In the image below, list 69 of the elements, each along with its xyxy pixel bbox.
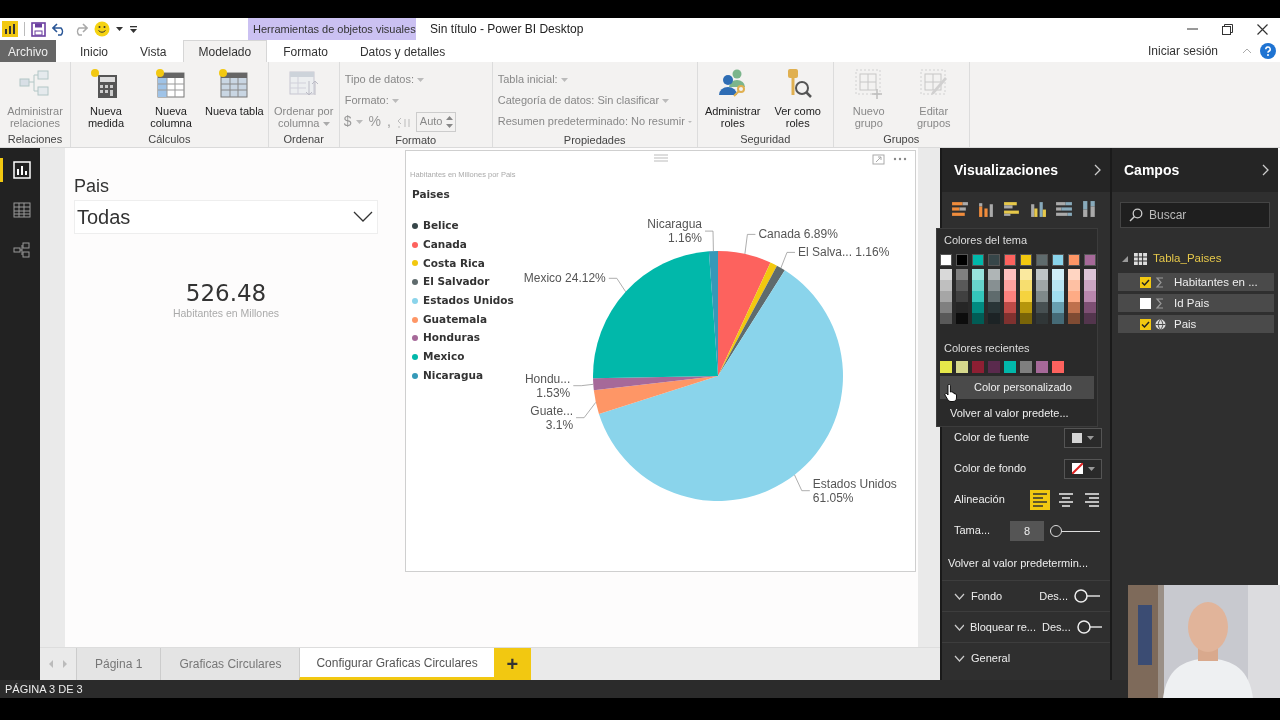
- search-field[interactable]: Buscar: [1120, 202, 1270, 228]
- field-item[interactable]: Pais: [1118, 315, 1274, 334]
- ribbon-button[interactable]: Administrar roles: [700, 65, 765, 131]
- legend-label[interactable]: Belice: [423, 218, 459, 234]
- data-label: Hondu... 1.53%: [524, 371, 571, 400]
- data-label: Canada 6.89%: [758, 227, 838, 242]
- legend-label[interactable]: El Salvador: [423, 274, 490, 291]
- section-title[interactable]: Bloquear re...: [969, 618, 1036, 636]
- card-label: Habitantes en Millones: [171, 306, 281, 321]
- data-label: El Salva... 1.16%: [797, 245, 890, 260]
- pane-title: Visualizaciones: [954, 160, 1058, 180]
- field-item[interactable]: Id Pais: [1118, 294, 1274, 313]
- group-label: Seguridad: [740, 132, 791, 147]
- toggle-label: Des...: [1039, 588, 1068, 604]
- menu-item[interactable]: Volver al valor predete...: [940, 401, 1094, 424]
- pane-title: Campos: [1124, 160, 1180, 180]
- ribbon-tab[interactable]: Datos y detalles: [343, 40, 462, 62]
- card-value: 526.48: [184, 279, 268, 308]
- status-text: PÁGINA 3 DE 3: [5, 681, 83, 697]
- ribbon-tab[interactable]: Vista: [124, 40, 183, 62]
- ribbon-tab[interactable]: Inicio: [64, 40, 125, 62]
- legend-label[interactable]: Canada: [423, 236, 467, 253]
- group-label: Cálculos: [148, 132, 191, 147]
- menu-item[interactable]: Color personalizado: [940, 376, 1094, 399]
- ribbon-tab[interactable]: Archivo: [0, 40, 56, 62]
- page-tab[interactable]: Graficas Circulares: [160, 648, 300, 680]
- data-label: Mexico 24.12%: [523, 271, 606, 286]
- ribbon-button[interactable]: Nueva columna: [139, 65, 203, 131]
- group-label: Ordenar: [283, 132, 324, 147]
- data-label: Guate... 3.1%: [530, 403, 574, 432]
- ribbon-tab[interactable]: Modelado: [182, 40, 268, 62]
- section-title[interactable]: Fondo: [971, 587, 1003, 605]
- ribbon-tab[interactable]: Formato: [267, 40, 344, 62]
- field-item[interactable]: Habitantes en ...: [1118, 273, 1274, 292]
- number-field[interactable]: 8: [1010, 520, 1045, 541]
- popup-heading: Colores recientes: [943, 340, 1031, 356]
- page-tab[interactable]: Configurar Graficas Circulares: [299, 648, 494, 680]
- field-label: Color de fuente: [954, 430, 1030, 446]
- group-label: Grupos: [883, 132, 920, 147]
- group-label: Formato: [395, 133, 437, 148]
- field-label: Color de fondo: [954, 461, 1027, 477]
- field-label: Alineación: [954, 492, 1005, 508]
- legend-title: Paises: [412, 187, 451, 202]
- sign-in-link[interactable]: Iniciar sesión: [1147, 40, 1218, 62]
- add-page-button[interactable]: +: [493, 648, 531, 680]
- toggle-label: Des...: [1042, 619, 1071, 635]
- slicer-dropdown[interactable]: Todas: [74, 200, 378, 234]
- slicer-title: Pais: [74, 175, 109, 198]
- page-tab[interactable]: Página 1: [76, 648, 161, 680]
- legend-label[interactable]: Mexico: [423, 349, 465, 365]
- legend-label[interactable]: Estados Unidos: [423, 292, 514, 309]
- legend-label[interactable]: Guatemala: [423, 311, 488, 328]
- legend-label[interactable]: Honduras: [423, 330, 480, 347]
- group-label: Relaciones: [7, 132, 63, 147]
- legend-label[interactable]: Nicaragua: [423, 367, 484, 384]
- ribbon-button[interactable]: Nueva medida: [74, 65, 138, 131]
- context-tab-header: Herramientas de objetos visuales: [248, 18, 416, 40]
- reset-link[interactable]: Volver al valor predetermin...: [942, 554, 1088, 572]
- window-title: Sin título - Power BI Desktop: [430, 21, 584, 38]
- group-label: Propiedades: [563, 133, 626, 148]
- data-label: Estados Unidos 61.05%: [812, 476, 897, 505]
- ribbon-button[interactable]: Ver como roles: [765, 65, 830, 131]
- ribbon-button[interactable]: Nueva tabla: [204, 65, 265, 119]
- field-label: Tama...: [954, 523, 991, 539]
- legend-label[interactable]: Costa Rica: [423, 255, 485, 272]
- table-name[interactable]: Tabla_Paises: [1153, 250, 1222, 268]
- section-title[interactable]: General: [971, 649, 1011, 667]
- popup-heading: Colores del tema: [943, 233, 1029, 248]
- data-label: Nicaragua 1.16%: [647, 217, 702, 246]
